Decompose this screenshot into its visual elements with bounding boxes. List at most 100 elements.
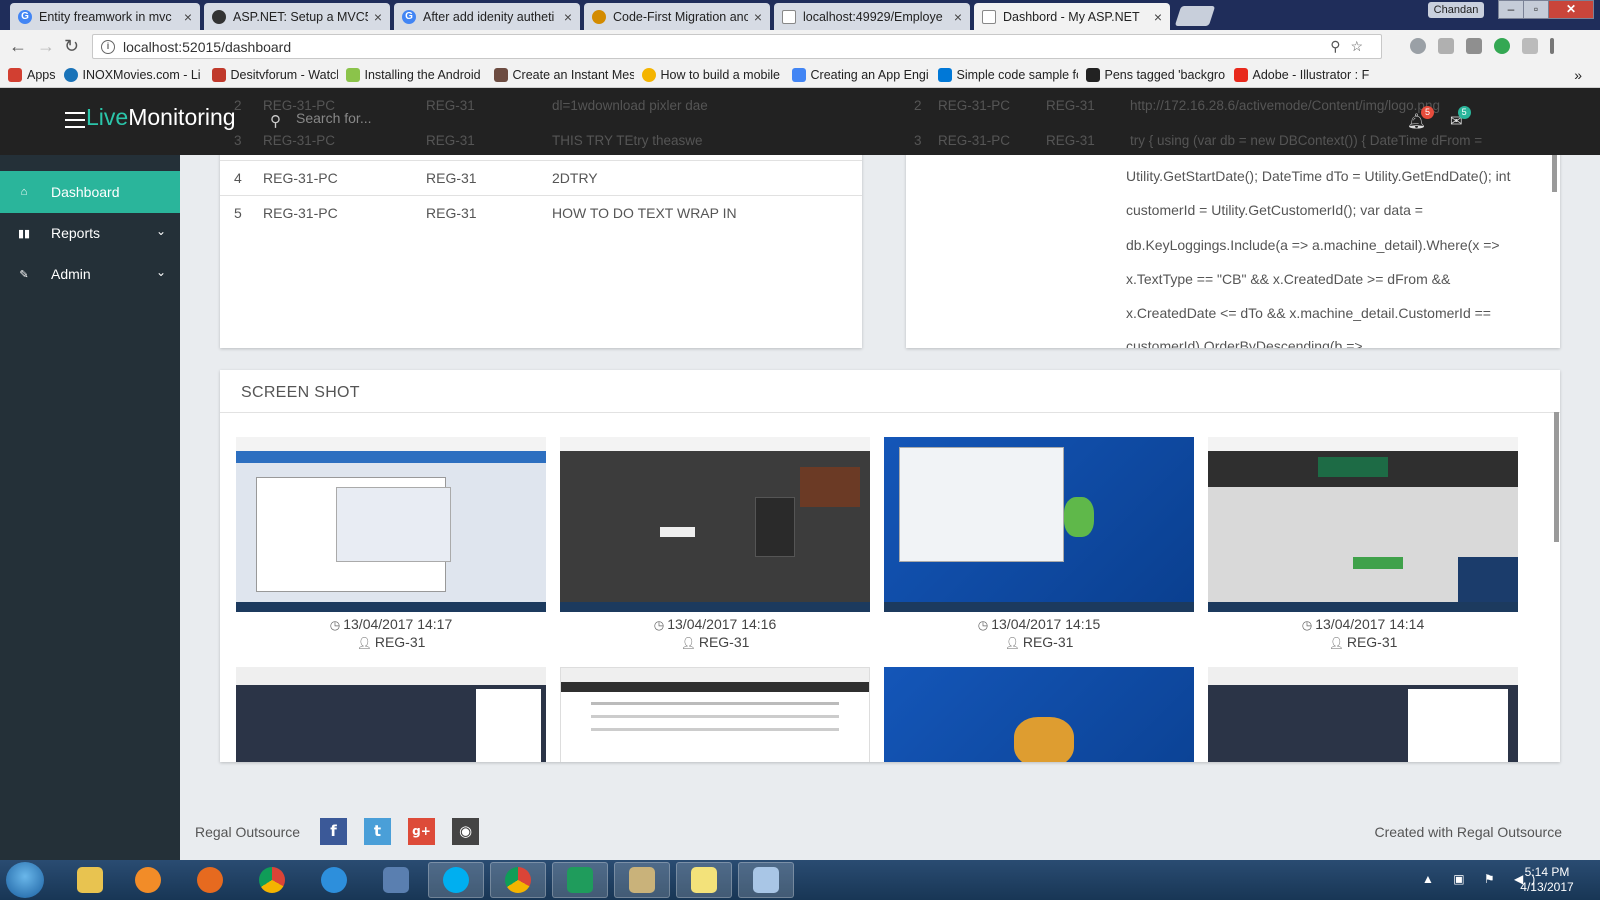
screenshot-thumbnail[interactable] — [236, 667, 546, 762]
ie-taskbar-icon[interactable] — [306, 862, 362, 898]
bell-icon[interactable]: 🔔︎ 5 — [1407, 106, 1435, 130]
hangouts-icon[interactable] — [1494, 38, 1510, 54]
screenshot-meta: ◷ 13/04/2017 14:17 👤︎ REG-31 — [236, 616, 546, 652]
browser-tab-active[interactable]: Dashbord - My ASP.NET × — [974, 3, 1170, 30]
sidebar-item-admin[interactable]: ✎ Admin ⌄ — [0, 253, 180, 295]
facebook-icon[interactable]: f — [320, 818, 347, 845]
start-button[interactable] — [6, 862, 44, 898]
chrome-running-taskbar-icon[interactable] — [490, 862, 546, 898]
taskbar-clock[interactable]: 5:14 PM 4/13/2017 — [1512, 865, 1582, 895]
screenshot-time: 13/04/2017 14:17 — [343, 616, 453, 632]
scrollbar-thumb[interactable] — [1554, 412, 1559, 542]
visual-studio-taskbar-icon[interactable] — [552, 862, 608, 898]
close-tab-icon[interactable]: × — [954, 9, 962, 25]
browser-tab[interactable]: localhost:49929/Employe × — [774, 3, 970, 30]
clock-icon: ◷ — [329, 618, 341, 632]
sticky-notes-taskbar-icon[interactable] — [676, 862, 732, 898]
sidebar: ⌂ Dashboard ▮▮ Reports ⌄ ✎ Admin ⌄ — [0, 155, 180, 860]
close-tab-icon[interactable]: × — [374, 9, 382, 25]
extension-g-icon[interactable] — [1438, 38, 1454, 54]
screenshot-thumbnail[interactable] — [1208, 437, 1518, 612]
screenshot-thumbnail[interactable] — [1208, 667, 1518, 762]
screenshot-thumbnail[interactable] — [236, 437, 546, 612]
screenshot-thumbnail[interactable] — [560, 437, 870, 612]
bookmark-item[interactable]: Installing the Android — [345, 68, 486, 82]
browser-tab[interactable]: Code-First Migration anc × — [584, 3, 770, 30]
github-icon[interactable]: ◉ — [452, 818, 479, 845]
user-icon: 👤︎ — [680, 636, 696, 650]
media-player-taskbar-icon[interactable] — [120, 862, 176, 898]
globe-icon[interactable] — [1410, 38, 1426, 54]
info-icon[interactable]: i — [101, 39, 115, 54]
notepad-taskbar-icon[interactable] — [738, 862, 794, 898]
app-header: 2 REG-31-PC REG-31 dl=1wdownload pixler … — [0, 88, 1600, 155]
bookmark-item[interactable]: Create an Instant Mes — [493, 68, 634, 82]
table-row[interactable]: 4 REG-31-PC REG-31 2DTRY — [220, 160, 862, 195]
close-window-button[interactable]: ✕ — [1548, 0, 1594, 19]
browser-tab[interactable]: ASP.NET: Setup a MVC5 × — [204, 3, 390, 30]
browser-tab[interactable]: G After add idenity autheti × — [394, 3, 580, 30]
ghost-row-number: 3 — [234, 133, 242, 148]
bookmark-item[interactable]: Pens tagged 'backgro — [1085, 68, 1226, 82]
snipping-tool-taskbar-icon[interactable] — [614, 862, 670, 898]
chrome-taskbar-icon[interactable] — [244, 862, 300, 898]
brand-logo[interactable]: LiveMonitoring — [86, 104, 236, 131]
screenshot-thumbnail[interactable] — [884, 667, 1194, 762]
back-arrow-icon[interactable]: ← — [9, 36, 27, 57]
bookmark-star-icon[interactable]: ⚲☆ — [1330, 38, 1373, 55]
machine-name: REG-31-PC — [263, 205, 338, 221]
new-tab-button[interactable] — [1174, 6, 1216, 26]
tab-title: Code-First Migration anc — [613, 9, 748, 24]
row-number: 4 — [234, 170, 242, 186]
menu-toggle-icon[interactable] — [65, 112, 85, 128]
more-bookmarks-chevron-icon[interactable]: » — [1574, 67, 1582, 83]
google-plus-icon[interactable]: g+ — [408, 818, 435, 845]
browser-tab-bar: G Entity freamwork in mvc × ASP.NET: Set… — [0, 0, 1600, 30]
sidebar-item-dashboard[interactable]: ⌂ Dashboard — [0, 171, 180, 213]
skype-taskbar-icon[interactable] — [428, 862, 484, 898]
sidebar-item-label: Admin — [51, 266, 91, 282]
url-bar[interactable]: i localhost:52015/dashboard ⚲☆ — [92, 34, 1382, 59]
minimize-button[interactable]: – — [1498, 0, 1524, 19]
extension-icon[interactable] — [1522, 38, 1538, 54]
bookmark-item[interactable]: INOXMovies.com - Li — [63, 68, 204, 82]
screenshot-thumbnail[interactable] — [884, 437, 1194, 612]
twitter-icon[interactable]: t — [364, 818, 391, 845]
ghost-row-number: 2 — [914, 98, 922, 113]
bookmark-apps[interactable]: Apps — [8, 68, 56, 82]
bookmark-item[interactable]: Adobe - Illustrator : F — [1233, 68, 1378, 82]
bookmark-item[interactable]: Simple code sample fo — [937, 68, 1078, 82]
screenshot-meta: ◷ 13/04/2017 14:16 👤︎ REG-31 — [560, 616, 870, 652]
bookmark-item[interactable]: Creating an App Engi — [791, 68, 930, 82]
firefox-taskbar-icon[interactable] — [182, 862, 238, 898]
bookmark-label: How to build a mobile — [660, 68, 781, 82]
menu-dots-icon[interactable] — [1550, 38, 1554, 54]
adobe-icon — [1233, 68, 1248, 82]
bookmark-label: Create an Instant Mes — [512, 68, 634, 82]
explorer-taskbar-icon[interactable] — [62, 862, 118, 898]
close-tab-icon[interactable]: × — [754, 9, 762, 25]
network-taskbar-icon[interactable] — [368, 862, 424, 898]
camera-icon[interactable] — [1466, 38, 1482, 54]
close-tab-icon[interactable]: × — [184, 9, 192, 25]
search-input[interactable] — [296, 110, 556, 126]
bookmarks-bar: Apps INOXMovies.com - Li Desitvforum - W… — [0, 63, 1600, 88]
forward-arrow-icon[interactable]: → — [37, 36, 55, 57]
close-tab-icon[interactable]: × — [1154, 9, 1162, 25]
tab-title: localhost:49929/Employe — [803, 9, 943, 24]
browser-tab[interactable]: G Entity freamwork in mvc × — [10, 3, 200, 30]
bookmark-item[interactable]: How to build a mobile — [641, 68, 784, 82]
maximize-button[interactable]: ▫ — [1523, 0, 1549, 19]
close-tab-icon[interactable]: × — [564, 9, 572, 25]
message-badge: 5 — [1457, 106, 1471, 119]
reload-icon[interactable]: ↻ — [64, 36, 79, 57]
table-row[interactable]: 5 REG-31-PC REG-31 HOW TO DO TEXT WRAP I… — [220, 195, 862, 230]
profile-chip[interactable]: Chandan — [1428, 2, 1484, 18]
screenshot-thumbnail[interactable] — [560, 667, 870, 762]
footer-credit: Created with Regal Outsource — [1374, 824, 1562, 840]
mail-icon[interactable]: ✉ 5 — [1450, 106, 1471, 130]
apps-grid-icon — [8, 68, 22, 82]
screenshot-user: REG-31 — [1022, 634, 1074, 650]
sidebar-item-reports[interactable]: ▮▮ Reports ⌄ — [0, 212, 180, 254]
bookmark-item[interactable]: Desitvforum - Watch — [211, 68, 338, 82]
